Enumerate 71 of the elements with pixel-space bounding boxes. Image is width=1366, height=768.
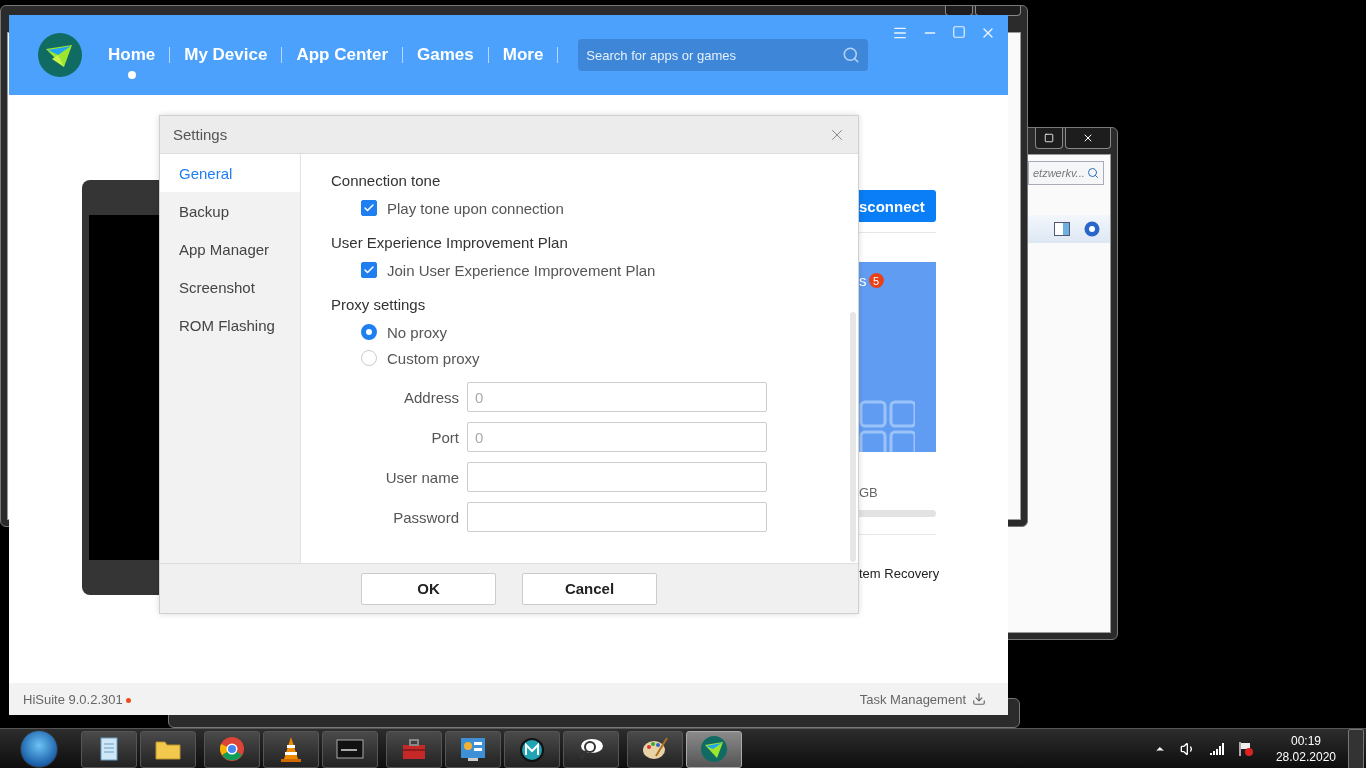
dialog-title: Settings [173, 126, 228, 143]
input-field[interactable]: 0 [467, 422, 767, 452]
search-field[interactable]: etzwerkv... [1028, 161, 1104, 185]
download-icon [972, 692, 986, 706]
option-label: Play tone upon connection [387, 199, 564, 217]
search-field[interactable]: Search for apps or games [578, 39, 869, 71]
section-title: User Experience Improvement Plan [331, 234, 569, 253]
checkbox[interactable] [361, 262, 377, 278]
sidebar-item[interactable]: Screenshot [160, 268, 300, 306]
show-desktop-button[interactable] [1348, 729, 1364, 768]
storage-label: GB [859, 485, 879, 500]
search-icon [1087, 167, 1099, 179]
version-label: HiSuite 9.0.2.301 [23, 691, 131, 707]
search-icon [842, 46, 861, 64]
taskbar-button[interactable] [445, 730, 501, 768]
nav-tab[interactable]: App Center [282, 31, 403, 79]
flag-icon[interactable] [1237, 741, 1254, 757]
signal-icon[interactable] [1209, 743, 1224, 755]
taskbar-button[interactable] [81, 730, 137, 768]
taskbar-button[interactable] [686, 730, 742, 768]
preview-pane-icon [1054, 222, 1070, 236]
maximize-button[interactable] [1035, 128, 1063, 149]
start-button[interactable] [20, 730, 58, 768]
section-title: Proxy settings [331, 296, 427, 315]
taskbar-button[interactable] [504, 730, 560, 768]
count-badge: 5 [868, 273, 884, 288]
close-button[interactable] [1065, 128, 1111, 149]
field-label: User name [384, 468, 459, 486]
nav-tab[interactable]: More [488, 31, 558, 79]
nav-tab[interactable]: My Device [170, 31, 282, 79]
clock[interactable]: 00:19 28.02.2020 [1275, 733, 1336, 765]
close-icon [1082, 132, 1094, 144]
dialog-button[interactable]: Cancel [522, 572, 657, 605]
apps-card[interactable]: s 5 [859, 262, 936, 452]
field-label: Port [430, 428, 459, 446]
help-icon[interactable] [1084, 221, 1100, 237]
disconnect-button[interactable]: sconnect [859, 190, 936, 222]
input-field[interactable] [467, 462, 767, 492]
browser-icon [217, 734, 247, 764]
option-label: No proxy [387, 323, 448, 341]
grid-icon [859, 400, 915, 452]
app-logo-icon [699, 734, 729, 764]
input-field[interactable]: 0 [467, 382, 767, 412]
maximize-icon [1044, 133, 1054, 143]
task-management-label: Task Management [859, 691, 966, 707]
radio-button[interactable] [361, 350, 377, 366]
taskbar-button[interactable] [204, 730, 260, 768]
sidebar-item[interactable]: App Manager [160, 230, 300, 268]
taskbar-button[interactable] [563, 730, 619, 768]
input-field[interactable] [467, 502, 767, 532]
taskbar-button[interactable] [140, 730, 196, 768]
scrollbar[interactable] [850, 312, 856, 562]
field-label: Password [392, 508, 459, 526]
taskbar-button[interactable] [263, 730, 319, 768]
option-label: Custom proxy [387, 349, 480, 367]
nav-tab[interactable]: Home [94, 31, 170, 79]
check-icon [363, 202, 375, 214]
sidebar-item[interactable]: Backup [160, 192, 300, 230]
logo-icon [38, 33, 82, 77]
apps-label: s [859, 272, 867, 289]
option-label: Join User Experience Improvement Plan [387, 261, 656, 279]
dialog-button[interactable]: OK [361, 572, 496, 605]
radio-button[interactable] [361, 324, 377, 340]
nav-tab[interactable]: Games [403, 31, 488, 79]
check-icon [363, 264, 375, 276]
taskbar-button[interactable] [627, 730, 683, 768]
sidebar-item[interactable]: General [160, 154, 300, 192]
field-label: Address [402, 388, 459, 406]
section-title: Connection tone [331, 172, 442, 191]
checkbox[interactable] [361, 200, 377, 216]
sidebar-item[interactable]: ROM Flashing [160, 306, 300, 344]
